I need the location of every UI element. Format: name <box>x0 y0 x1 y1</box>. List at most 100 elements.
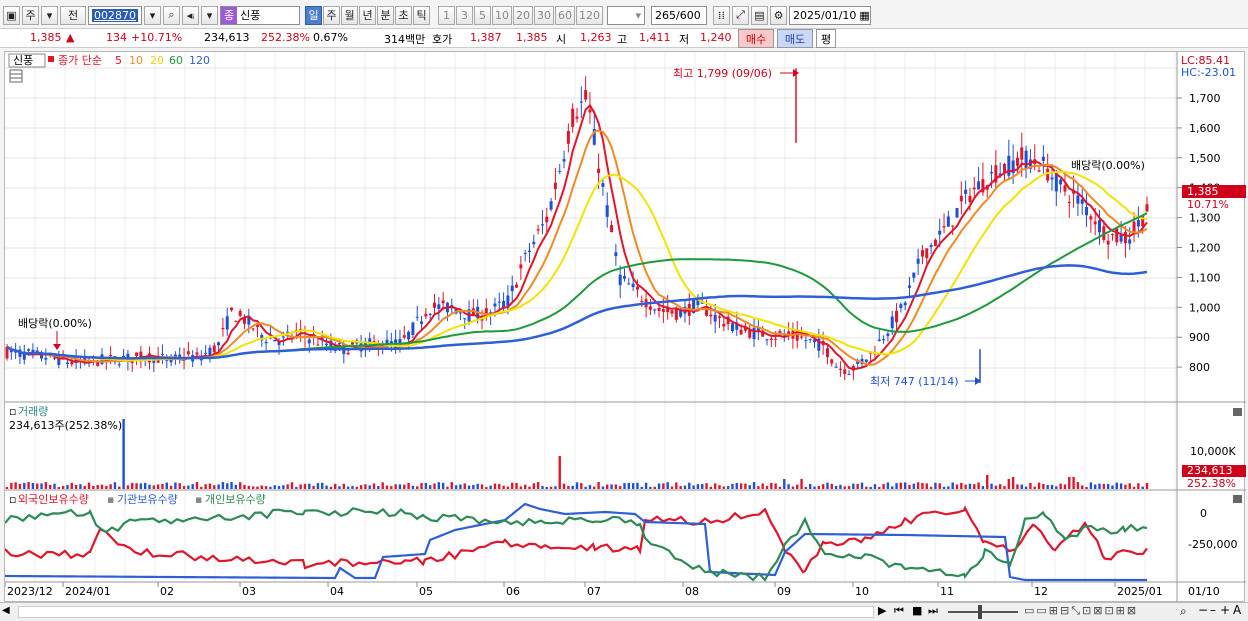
chevron-down-icon[interactable]: ▾ <box>201 5 218 25</box>
first-page-button[interactable]: ⏮ <box>894 604 904 618</box>
trade-amount: 314백만 <box>384 33 426 46</box>
candle-body <box>1085 207 1089 216</box>
chart-scrollbar[interactable]: ◀ ▶ ⏮ ■ ⏭ ▭▭⊞⊟⤡⊡⊠⊡⊞⊠ ⌕ − – + A <box>0 602 1248 621</box>
volume-bar <box>372 483 376 489</box>
even-button[interactable]: 평 <box>816 29 836 48</box>
stop-button[interactable]: ■ <box>912 604 922 617</box>
tab-4[interactable]: 분 <box>377 5 394 25</box>
chart-canvas[interactable]: 2023/12 2024/01 02 03 04 05 06 07 08 09 10 11 12 2025… <box>5 52 1246 603</box>
tab-0[interactable]: 일 <box>305 5 322 25</box>
speaker-icon[interactable]: ◂ᵢ <box>182 5 199 25</box>
scroll-left-button[interactable]: ◀ <box>2 605 16 619</box>
volume-bar <box>1037 482 1041 489</box>
interval-4[interactable]: 20 <box>513 5 533 25</box>
tab-5[interactable]: 초 <box>395 5 412 25</box>
zoom-line-icon[interactable]: – <box>1210 603 1216 617</box>
scroll-track[interactable] <box>18 606 874 618</box>
minus-icon[interactable]: − <box>1198 603 1208 617</box>
candle-body <box>1123 232 1127 244</box>
close-icon[interactable] <box>1233 408 1242 416</box>
volume-bar <box>947 486 950 489</box>
volume-bar <box>480 484 484 489</box>
interval-2[interactable]: 5 <box>474 5 491 25</box>
tab-3[interactable]: 년 <box>359 5 376 25</box>
search-icon[interactable]: ⌕ <box>163 5 180 25</box>
institution-holding-label[interactable]: 기관보유수량 <box>117 493 178 506</box>
volume-bar <box>817 485 821 489</box>
interval-0[interactable]: 1 <box>438 5 455 25</box>
volume-bar <box>1089 482 1093 489</box>
candle-body <box>648 306 652 310</box>
interval-5[interactable]: 30 <box>534 5 554 25</box>
individual-holding-label[interactable]: 개인보유수량 <box>205 493 266 506</box>
volume-bar <box>839 484 842 489</box>
ma-10-label[interactable]: 10 <box>129 54 143 67</box>
volume-bar <box>325 485 328 489</box>
candle-body <box>186 351 190 355</box>
candle-body <box>238 310 242 316</box>
market-select[interactable]: 전 <box>60 5 86 25</box>
zoom-slider[interactable] <box>948 611 1018 613</box>
ma-120-label[interactable]: 120 <box>189 54 210 67</box>
interval-3[interactable]: 10 <box>492 5 512 25</box>
save-icon[interactable]: ▤ <box>751 5 768 25</box>
x-axis: 2023/12 2024/01 02 03 04 05 06 07 08 09 10 11 12 2025… <box>5 582 1163 598</box>
volume-bar <box>152 485 156 489</box>
calendar-icon[interactable]: ▦ <box>859 9 869 22</box>
volume-bar <box>355 486 358 489</box>
volume-bar <box>295 486 298 489</box>
volume-bar <box>390 486 393 489</box>
foreign-holding-label[interactable]: 외국인보유수량 <box>18 493 89 506</box>
volume-title[interactable]: 거래량 <box>18 405 48 418</box>
table-icon[interactable] <box>9 69 23 83</box>
sell-button[interactable]: 매도 <box>777 29 813 48</box>
volume-bar <box>852 483 855 489</box>
stock-code-input[interactable]: 002870 <box>88 5 142 25</box>
draw-tool-icon[interactable]: ⤢ <box>732 5 749 25</box>
candle-body <box>424 313 428 317</box>
tab-6[interactable]: 틱 <box>413 5 430 25</box>
stock-name-field[interactable]: 종 신풍 <box>220 5 300 25</box>
plus-icon[interactable]: + <box>1220 603 1230 617</box>
chart-add-icon[interactable]: ⁞⁞ <box>713 5 730 25</box>
chart-area[interactable]: 2023/12 2024/01 02 03 04 05 06 07 08 09 10 11 12 2025… <box>4 51 1246 603</box>
stock-dropdown-button[interactable]: ▾ <box>144 5 161 25</box>
candle-body <box>316 344 320 346</box>
interval-custom-select[interactable]: ▾ <box>607 5 645 25</box>
font-size-icon[interactable]: A <box>1233 603 1241 617</box>
tab-1[interactable]: 주 <box>323 5 340 25</box>
gear-icon[interactable]: ⚙ <box>770 5 787 25</box>
interval-1[interactable]: 3 <box>456 5 473 25</box>
period-type-select[interactable]: 주 <box>22 5 39 25</box>
volume-bar <box>40 483 43 489</box>
candle-body <box>830 359 834 364</box>
interval-6[interactable]: 60 <box>555 5 575 25</box>
window-icon[interactable]: ▣ <box>3 5 20 25</box>
current-rate-tag: 10.71% <box>1187 198 1229 211</box>
date-field[interactable]: 2025/01/10 ▦ <box>789 5 871 25</box>
volume-bar <box>998 484 1002 489</box>
scroll-right-button[interactable]: ▶ <box>878 604 886 617</box>
interval-7[interactable]: 120 <box>576 5 603 25</box>
layout-icons[interactable]: ▭▭⊞⊟⤡⊡⊠⊡⊞⊠ <box>1024 604 1138 618</box>
candle-body <box>899 304 903 308</box>
zoom-out-icon[interactable]: ⌕ <box>1180 604 1187 619</box>
last-page-button[interactable]: ⏭ <box>928 604 938 618</box>
volume-bar <box>1128 483 1131 489</box>
ma-20-label[interactable]: 20 <box>150 54 164 67</box>
candle-body <box>1089 216 1093 220</box>
zoom-slider-thumb[interactable] <box>978 605 982 619</box>
ma-60-label[interactable]: 60 <box>169 54 183 67</box>
candle-body <box>713 314 717 322</box>
volume-bar <box>277 486 281 489</box>
ma-label[interactable]: 종가 단순 <box>58 54 102 67</box>
ma-5-label[interactable]: 5 <box>115 54 122 67</box>
chevron-down-icon[interactable]: ▾ <box>41 5 58 25</box>
market-label: 전 <box>67 9 79 22</box>
volume-bar <box>821 484 825 489</box>
buy-button[interactable]: 매수 <box>738 29 774 48</box>
tab-2[interactable]: 월 <box>341 5 358 25</box>
bar-count-field[interactable]: 265/600 <box>651 5 707 25</box>
candle-body <box>938 230 942 235</box>
close-icon[interactable] <box>1233 495 1242 503</box>
